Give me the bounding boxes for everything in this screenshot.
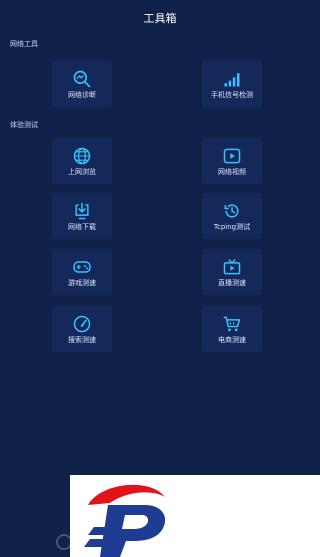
tile-live-speed[interactable]: 直播测速 (202, 249, 262, 295)
toolbox-page: 工具箱 网络工具 网络诊断 手机信号检测 体验测试 上网浏览 网络视频 网络下载… (0, 0, 320, 557)
tile-label: 网络下载 (68, 223, 96, 231)
tile-ecommerce-speed[interactable]: 电商测速 (202, 306, 262, 352)
tile-web-browsing[interactable]: 上网浏览 (52, 138, 112, 184)
magnifier-chart-icon (73, 70, 91, 88)
tile-network-video[interactable]: 网络视频 (202, 138, 262, 184)
tile-search-speed[interactable]: 搜索测速 (52, 306, 112, 352)
tile-label: 直播测速 (218, 279, 246, 287)
section-label-network-tools: 网络工具 (10, 40, 38, 48)
tile-label: 网络视频 (218, 168, 246, 176)
tile-label: Tcping测试 (213, 223, 251, 231)
history-icon (224, 204, 239, 218)
live-video-icon (223, 259, 241, 275)
page-title: 工具箱 (143, 12, 177, 25)
tile-tcping-test[interactable]: Tcping测试 (202, 193, 262, 239)
brand-logo (84, 484, 166, 557)
tile-network-diagnosis[interactable]: 网络诊断 (52, 61, 112, 107)
tile-label: 游戏测速 (68, 279, 96, 287)
tile-label: 上网浏览 (68, 168, 96, 176)
speedometer-icon (73, 315, 91, 333)
tile-label: 手机信号检测 (211, 91, 253, 99)
video-play-icon (223, 148, 241, 164)
tile-label: 电商测速 (218, 336, 246, 344)
download-icon (75, 202, 89, 220)
globe-icon (73, 147, 91, 165)
tile-signal-detection[interactable]: 手机信号检测 (202, 61, 262, 107)
tile-label: 搜索测速 (68, 336, 96, 344)
advertisement-overlay[interactable] (70, 475, 320, 557)
tile-label: 网络诊断 (68, 91, 96, 99)
gamepad-icon (73, 261, 91, 273)
section-label-experience-tests: 体验测试 (10, 121, 38, 129)
tile-network-download[interactable]: 网络下载 (52, 193, 112, 239)
tile-game-speed[interactable]: 游戏测速 (52, 249, 112, 295)
shopping-cart-icon (223, 316, 241, 332)
signal-bars-icon (224, 73, 240, 87)
